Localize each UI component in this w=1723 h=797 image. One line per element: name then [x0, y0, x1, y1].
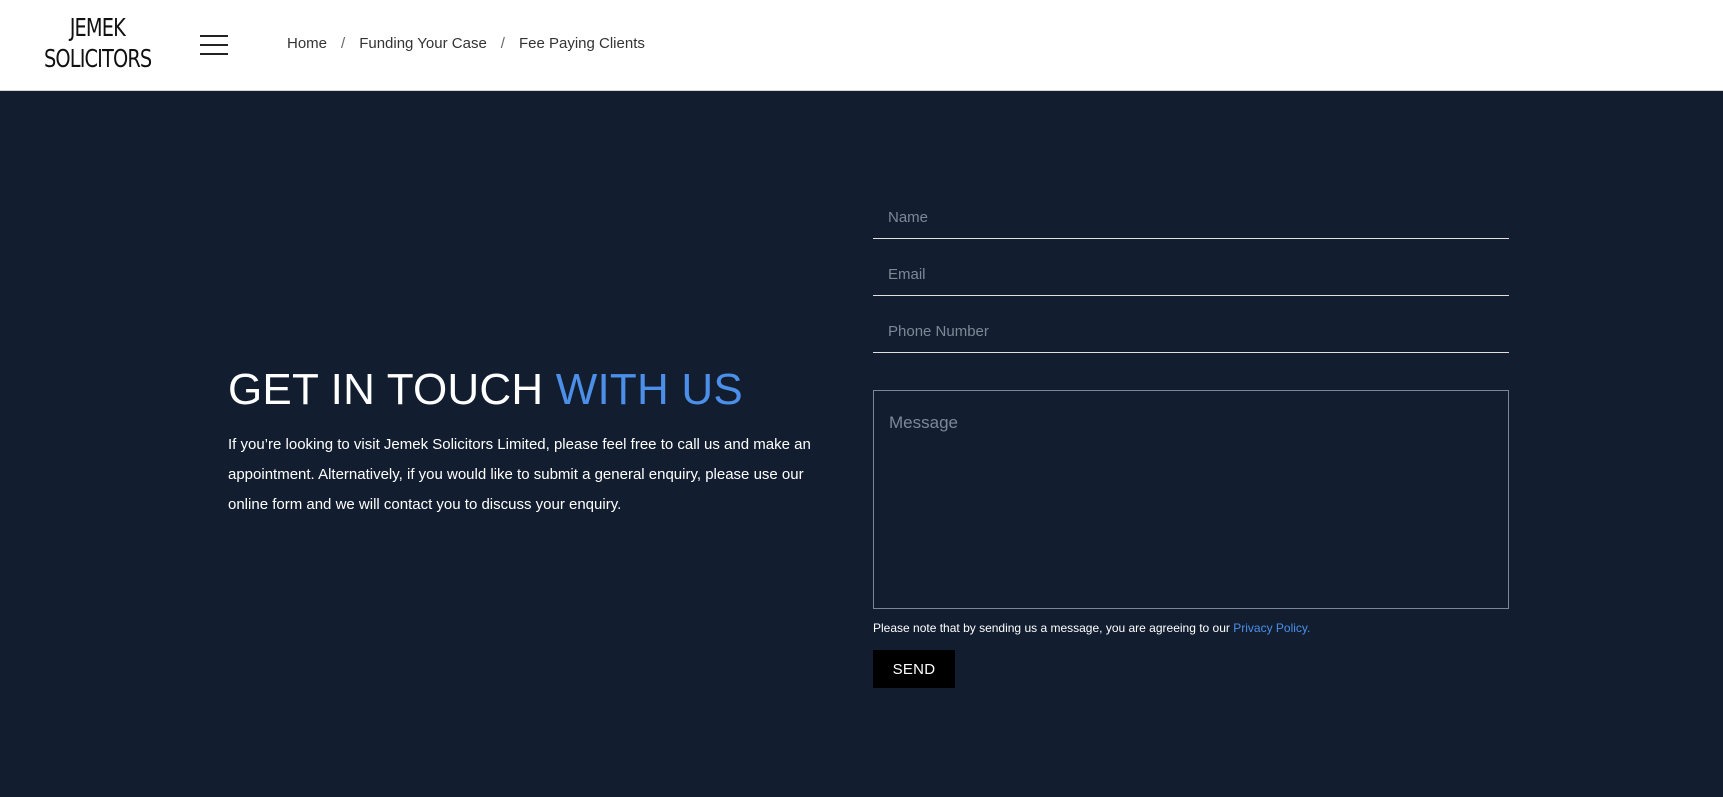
breadcrumb-funding-your-case[interactable]: Funding Your Case	[359, 35, 487, 52]
logo-line-1: JEMEK	[69, 13, 126, 42]
breadcrumb-home[interactable]: Home	[287, 35, 327, 52]
logo-line-2: SOLICITORS	[44, 44, 152, 73]
contact-description: If you’re looking to visit Jemek Solicit…	[228, 436, 811, 513]
breadcrumb: Home / Funding Your Case / Fee Paying Cl…	[287, 35, 645, 52]
phone-input[interactable]	[873, 311, 1509, 353]
contact-heading: GET IN TOUCH WITH US	[228, 360, 828, 420]
menu-bar	[200, 35, 228, 37]
email-input[interactable]	[873, 254, 1509, 296]
name-input[interactable]	[873, 197, 1509, 239]
contact-intro: GET IN TOUCH WITH US If you’re looking t…	[228, 360, 828, 520]
site-logo[interactable]: JEMEK SOLICITORS	[44, 12, 152, 74]
breadcrumb-fee-paying-clients[interactable]: Fee Paying Clients	[519, 35, 645, 52]
heading-accent: WITH US	[555, 365, 743, 414]
hamburger-menu-icon[interactable]	[200, 33, 230, 57]
heading-main: GET IN TOUCH	[228, 365, 556, 414]
breadcrumb-separator: /	[341, 35, 346, 52]
site-header: JEMEK SOLICITORS Home / Funding Your Cas…	[0, 0, 1723, 91]
menu-bar	[200, 53, 228, 55]
send-button[interactable]: SEND	[873, 650, 955, 688]
privacy-note: Please note that by sending us a message…	[873, 621, 1310, 635]
privacy-note-text: Please note that by sending us a message…	[873, 621, 1234, 635]
privacy-policy-link[interactable]: Privacy Policy.	[1233, 621, 1310, 635]
menu-bar	[200, 44, 228, 46]
breadcrumb-separator: /	[500, 35, 505, 52]
message-textarea[interactable]	[873, 390, 1509, 609]
